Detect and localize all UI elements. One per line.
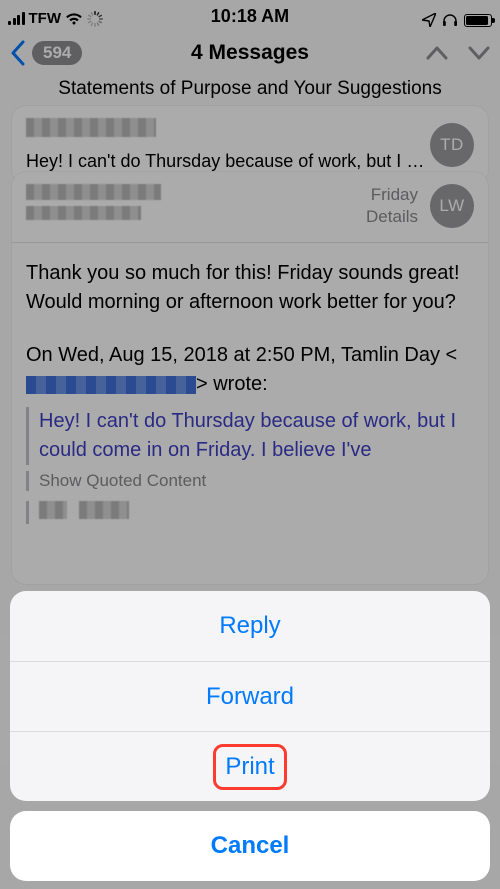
screen: TFW: [0, 0, 500, 889]
print-button[interactable]: Print: [10, 731, 490, 801]
reply-button[interactable]: Reply: [10, 591, 490, 661]
tutorial-highlight: [213, 744, 287, 790]
cancel-button[interactable]: Cancel: [10, 811, 490, 881]
action-sheet: Reply Forward Print Cancel: [10, 591, 490, 881]
forward-button[interactable]: Forward: [10, 661, 490, 731]
